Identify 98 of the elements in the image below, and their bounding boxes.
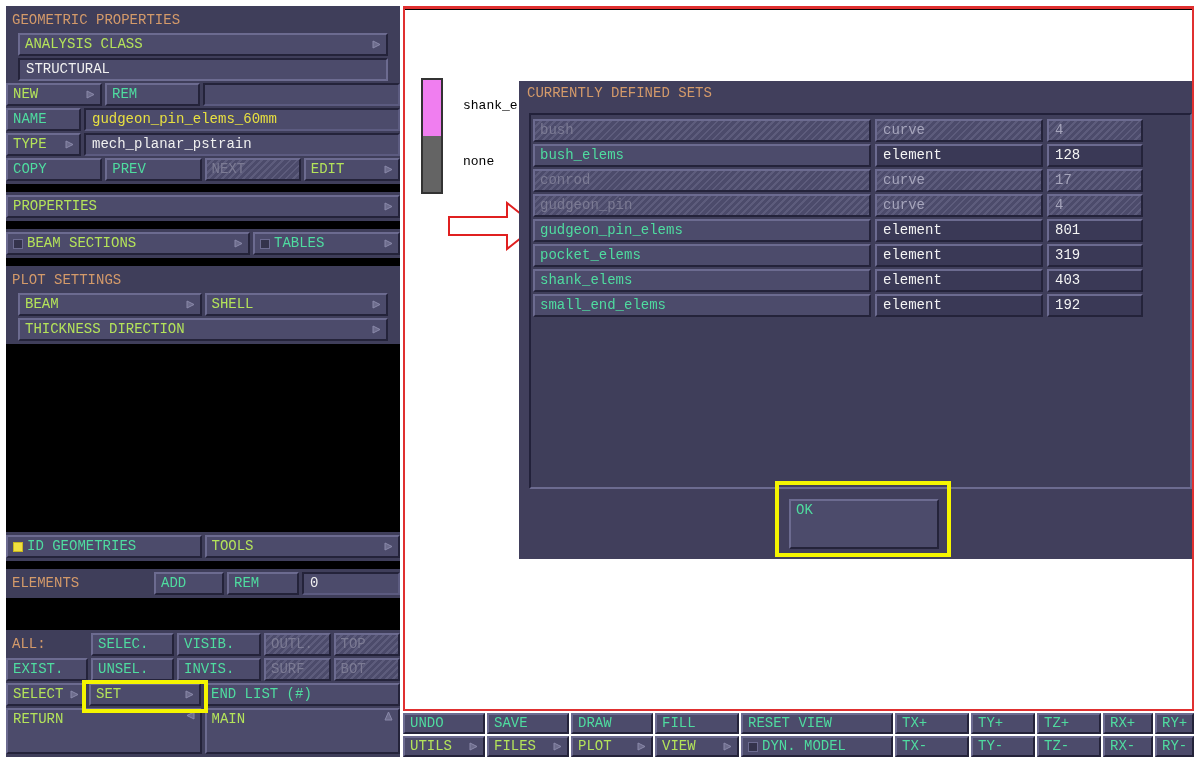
panel-button[interactable]: REM xyxy=(227,572,299,595)
menu-arrow-icon xyxy=(372,325,381,334)
menu-arrow-icon xyxy=(70,690,79,699)
toolbar-button[interactable]: TY+ xyxy=(971,713,1035,734)
menu-arrow-icon xyxy=(65,140,74,149)
toolbar-button[interactable]: DYN. MODEL xyxy=(741,736,893,757)
panel-button[interactable]: SET xyxy=(89,683,201,706)
set-type-cell: element xyxy=(875,269,1043,292)
toolbar-button[interactable]: TX+ xyxy=(895,713,969,734)
section-label: ALL: xyxy=(11,635,47,654)
text-field[interactable]: 0 xyxy=(302,572,400,595)
panel-button[interactable]: TOOLS xyxy=(204,535,400,558)
text-field[interactable]: gudgeon_pin_elems_60mm xyxy=(84,108,400,131)
panel-button[interactable]: MAIN xyxy=(204,708,400,754)
set-count-cell: 403 xyxy=(1047,269,1143,292)
menu-arrow-icon xyxy=(384,239,393,248)
set-count-cell: 192 xyxy=(1047,294,1143,317)
set-name-button[interactable]: small_end_elems xyxy=(533,294,871,317)
set-name-button[interactable]: gudgeon_pin_elems xyxy=(533,219,871,242)
panel-button[interactable]: THICKNESS DIRECTION xyxy=(18,318,388,341)
text-field[interactable]: mech_planar_pstrain xyxy=(84,133,400,156)
toolbar-button[interactable]: SAVE xyxy=(487,713,569,734)
toolbar-button[interactable]: UNDO xyxy=(403,713,485,734)
menu-arrow-icon xyxy=(637,742,646,751)
panel-button[interactable]: SELEC. xyxy=(91,633,174,656)
panel-button[interactable]: INVIS. xyxy=(177,658,261,681)
set-name-button[interactable]: shank_elems xyxy=(533,269,871,292)
set-count-cell: 128 xyxy=(1047,144,1143,167)
menu-arrow-icon xyxy=(469,742,478,751)
toolbar-button[interactable]: PLOT xyxy=(571,736,653,757)
menu-arrow-icon xyxy=(185,690,194,699)
panel-button[interactable]: VISIB. xyxy=(177,633,261,656)
panel-button[interactable]: TYPE xyxy=(6,133,81,156)
toolbar-button[interactable]: RY+ xyxy=(1155,713,1194,734)
value-display: STRUCTURAL xyxy=(18,58,388,81)
set-count-cell: 4 xyxy=(1047,119,1143,142)
panel-button[interactable]: REM xyxy=(105,83,200,106)
set-count-cell: 801 xyxy=(1047,219,1143,242)
toolbar-button[interactable]: RX+ xyxy=(1103,713,1153,734)
section-label: ELEMENTS xyxy=(11,574,81,593)
panel-button[interactable]: PROPERTIES xyxy=(6,195,400,218)
panel-button[interactable]: NAME xyxy=(6,108,81,131)
menu-arrow-icon xyxy=(185,300,195,309)
panel-button[interactable]: EXIST. xyxy=(6,658,88,681)
panel-button[interactable]: BEAM xyxy=(18,293,202,316)
menu-arrow-icon xyxy=(384,165,393,174)
legend-label: shank_e xyxy=(463,97,518,115)
set-count-cell: 4 xyxy=(1047,194,1143,217)
set-name-button[interactable]: pocket_elems xyxy=(533,244,871,267)
panel-button[interactable]: ANALYSIS CLASS xyxy=(18,33,388,56)
back-arrow-icon xyxy=(185,711,195,720)
toolbar-button[interactable]: RY- xyxy=(1155,736,1194,757)
up-arrow-icon xyxy=(384,711,393,721)
toolbar-button[interactable]: RX- xyxy=(1103,736,1153,757)
toolbar-button[interactable]: RESET VIEW xyxy=(741,713,893,734)
menu-arrow-icon xyxy=(372,300,381,309)
section-label: GEOMETRIC PROPERTIES xyxy=(11,11,182,30)
section-label: PLOT SETTINGS xyxy=(11,271,123,290)
menu-arrow-icon xyxy=(372,40,381,49)
toolbar-button[interactable]: VIEW xyxy=(655,736,739,757)
panel-button[interactable]: COPY xyxy=(6,158,103,181)
panel-button[interactable]: UNSEL. xyxy=(91,658,174,681)
panel-button[interactable]: TABLES xyxy=(253,232,400,255)
panel-button[interactable]: NEW xyxy=(6,83,102,106)
set-type-cell: curve xyxy=(875,194,1043,217)
set-type-cell: element xyxy=(875,219,1043,242)
panel-button[interactable]: EDIT xyxy=(303,158,400,181)
legend-label: none xyxy=(463,153,495,171)
toolbar-button[interactable]: FILL xyxy=(655,713,739,734)
toolbar-button[interactable]: TY- xyxy=(971,736,1035,757)
set-type-cell: curve xyxy=(875,119,1043,142)
set-type-cell: element xyxy=(875,144,1043,167)
set-name-button[interactable]: bush_elems xyxy=(533,144,871,167)
set-type-cell: element xyxy=(875,244,1043,267)
menu-arrow-icon xyxy=(234,239,243,248)
toolbar-button[interactable]: DRAW xyxy=(571,713,653,734)
menu-arrow-icon xyxy=(553,742,562,751)
toolbar-button[interactable]: FILES xyxy=(487,736,569,757)
set-type-cell: curve xyxy=(875,169,1043,192)
ok-button[interactable]: OK xyxy=(789,499,939,549)
menu-arrow-icon xyxy=(723,742,732,751)
panel-button[interactable]: BEAM SECTIONS xyxy=(6,232,250,255)
dialog-title: CURRENTLY DEFINED SETS xyxy=(526,84,713,103)
panel-button[interactable]: ADD xyxy=(154,572,224,595)
toolbar-button[interactable]: TX- xyxy=(895,736,969,757)
panel-button[interactable]: SHELL xyxy=(204,293,388,316)
panel-button[interactable]: PREV xyxy=(105,158,202,181)
set-type-cell: element xyxy=(875,294,1043,317)
toolbar-button[interactable]: TZ- xyxy=(1037,736,1101,757)
menu-arrow-icon xyxy=(384,202,393,211)
menu-arrow-icon xyxy=(86,90,95,99)
panel-button[interactable]: ID GEOMETRIES xyxy=(6,535,202,558)
set-count-cell: 319 xyxy=(1047,244,1143,267)
toolbar-button[interactable]: UTILS xyxy=(403,736,485,757)
set-count-cell: 17 xyxy=(1047,169,1143,192)
panel-button[interactable]: RETURN xyxy=(6,708,202,754)
menu-arrow-icon xyxy=(384,542,393,551)
toolbar-button[interactable]: TZ+ xyxy=(1037,713,1101,734)
